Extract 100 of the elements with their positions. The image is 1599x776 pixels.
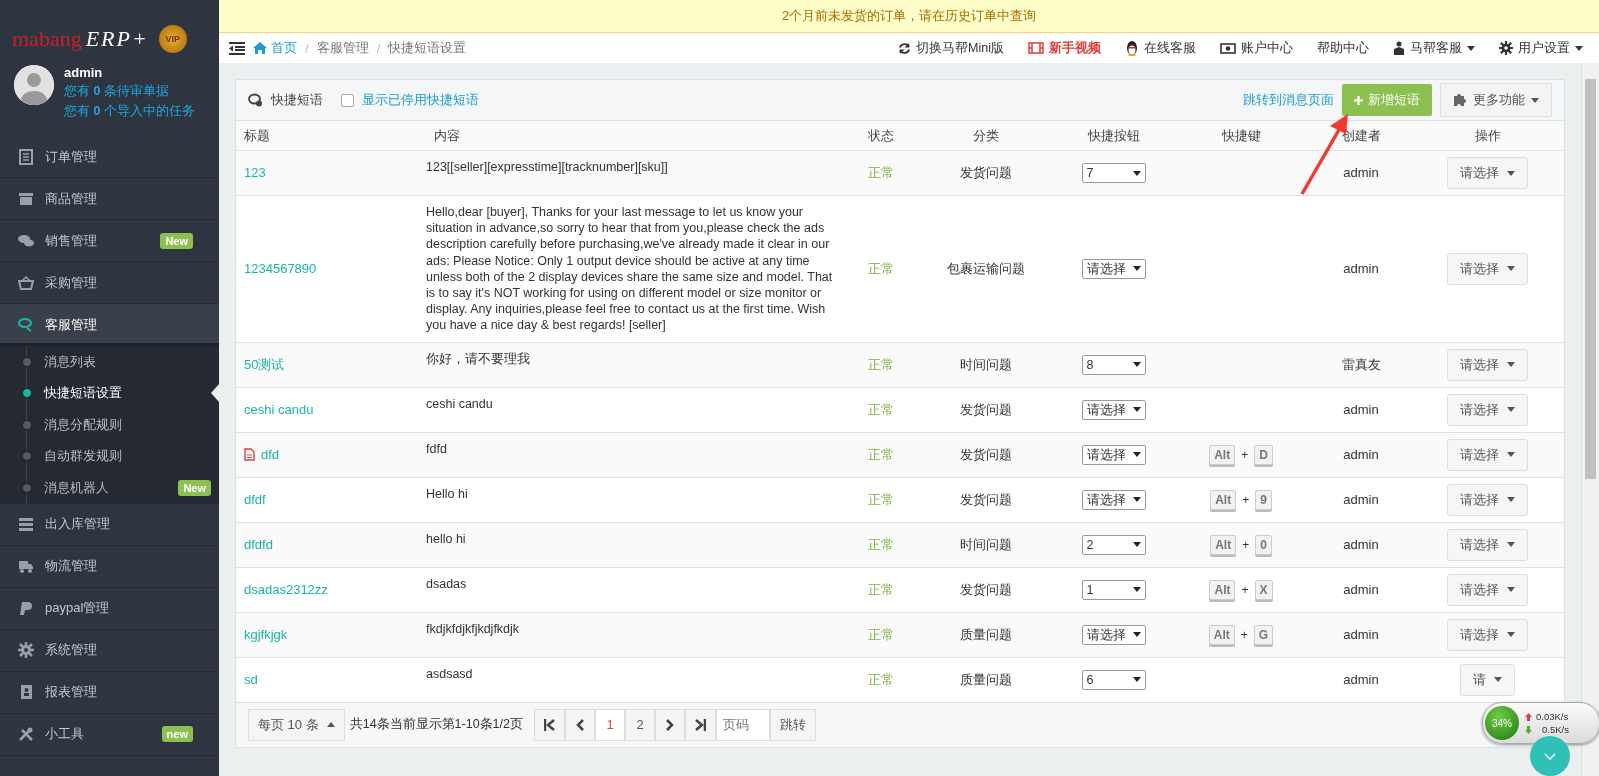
next-page-button[interactable] [655, 708, 685, 741]
key-joiner: + [1241, 581, 1249, 598]
category-cell: 时间问题 [916, 522, 1056, 568]
chevron-right-icon [666, 718, 674, 731]
caret-icon [1132, 497, 1141, 503]
film-icon [1028, 42, 1044, 54]
tree-dot [22, 388, 32, 399]
creator-cell: admin [1311, 150, 1411, 196]
key-joiner: + [1242, 491, 1250, 508]
submenu-item[interactable]: 消息机器人 New [0, 472, 219, 504]
quick-button-dropdown[interactable]: 8 [1081, 354, 1146, 375]
file-icon [244, 448, 255, 462]
column-header: 内容 [426, 121, 846, 151]
quick-button-dropdown[interactable]: 请选择 [1081, 489, 1146, 510]
action-dropdown[interactable]: 请 [1460, 663, 1515, 696]
content-cell: Hello,dear [buyer], Thanks for your last message to let us know your situation in advance,so sorry to hear that from you,please check the ads description carefully before purchasing,we've already made it clear in our ads: Please Notice: Only 1 output device should be active at any time unless both of the 2 display devices share the same size and model. That is to say it's NOT working for using on different model or size monitor or display. Any inquiries,please feel free to contact us at the first time. Wish you have a nice day & best regards! [seller] [426, 195, 846, 343]
action-dropdown[interactable]: 请选择 [1447, 528, 1528, 561]
status-cell: 正常 [846, 657, 916, 703]
sidebar-item[interactable]: 销售管理 New [0, 220, 219, 262]
sidebar-item[interactable]: 客服管理 [0, 304, 219, 346]
puzzle-icon [1453, 93, 1467, 107]
checkbox[interactable] [341, 93, 354, 107]
status-cell: 正常 [846, 195, 916, 343]
caret-icon [326, 722, 335, 728]
first-page-button[interactable] [534, 708, 565, 741]
nav-link[interactable]: 帮助中心 [1309, 39, 1377, 57]
quick-button-dropdown[interactable]: 请选择 [1081, 399, 1146, 420]
quick-button-dropdown[interactable]: 请选择 [1081, 444, 1146, 465]
action-dropdown[interactable]: 请选择 [1447, 573, 1528, 606]
caret-icon [1507, 362, 1515, 368]
caret-icon [1132, 452, 1141, 458]
key-cap: Alt [1209, 444, 1236, 465]
action-dropdown[interactable]: 请选择 [1447, 618, 1528, 651]
product-logo: ERP+ [85, 26, 149, 52]
action-dropdown[interactable]: 请选择 [1447, 157, 1528, 189]
quick-button-dropdown[interactable]: 2 [1081, 534, 1146, 555]
previous-page-button[interactable] [565, 708, 595, 741]
column-header: 快捷按钮 [1056, 121, 1171, 151]
page-button[interactable]: 2 [625, 708, 655, 741]
basket-icon [18, 274, 34, 291]
quick-button-dropdown[interactable]: 7 [1081, 163, 1146, 183]
pending-notice[interactable]: 您有 0 个导入中的任务 [64, 103, 195, 120]
creator-cell: admin [1311, 567, 1411, 613]
category-cell: 质量问题 [916, 657, 1056, 703]
sidebar-item[interactable]: 小工具 new [0, 713, 219, 756]
last-page-button[interactable] [685, 708, 716, 741]
menu-icon[interactable] [229, 41, 245, 55]
nav-link[interactable]: 新手视频 [1020, 39, 1109, 57]
cpu-gauge: 34% [1485, 706, 1519, 740]
action-dropdown[interactable]: 请选择 [1447, 438, 1528, 471]
submenu-item[interactable]: 自动群发规则 [0, 440, 219, 472]
contact-book-icon [18, 684, 34, 700]
breadcrumb-item[interactable]: 快捷短语设置 [388, 39, 467, 57]
status-cell: 正常 [846, 522, 916, 568]
page-size-dropdown[interactable]: 每页 10 条 [248, 708, 345, 741]
upload-rate: 0.03K/s [1536, 711, 1569, 722]
go-button[interactable]: 跳转 [770, 708, 816, 741]
nav-link[interactable]: 马帮客服 [1385, 39, 1483, 57]
quick-button-dropdown[interactable]: 1 [1081, 579, 1146, 600]
nav-link[interactable]: 切换马帮Mini版 [890, 39, 1012, 57]
category-cell: 质量问题 [916, 612, 1056, 658]
download-icon [1525, 725, 1532, 734]
key-joiner: + [1241, 446, 1249, 463]
page-button[interactable]: 1 [595, 708, 625, 741]
nav-link[interactable]: 在线客服 [1117, 39, 1204, 57]
column-header: 操作 [1411, 121, 1564, 151]
action-dropdown[interactable]: 请选择 [1447, 348, 1528, 381]
nav-link[interactable]: 账户中心 [1212, 39, 1301, 57]
caret-icon [1507, 542, 1515, 548]
more-button[interactable]: 更多功能 [1440, 83, 1552, 117]
action-dropdown[interactable]: 请选择 [1447, 393, 1528, 426]
gear-icon [18, 642, 34, 658]
quick-button-dropdown[interactable]: 请选择 [1081, 624, 1146, 645]
quick-button-dropdown[interactable]: 请选择 [1081, 258, 1146, 279]
pending-notice[interactable]: 您有 0 条待审单据 [64, 83, 195, 100]
key-cap: Alt [1209, 579, 1236, 600]
submenu-item[interactable]: 消息分配规则 [0, 409, 219, 441]
action-dropdown[interactable]: 请选择 [1447, 252, 1528, 285]
truck-icon [18, 558, 34, 574]
status-cell: 正常 [846, 342, 916, 388]
caret-icon [1507, 587, 1515, 593]
avatar-icon [14, 65, 54, 105]
penguin-icon [1125, 40, 1139, 56]
chat-icon [18, 316, 34, 333]
category-cell: 发货问题 [916, 477, 1056, 523]
breadcrumb-item[interactable]: 客服管理 [316, 39, 369, 57]
action-dropdown[interactable]: 请选择 [1447, 483, 1528, 516]
page-input[interactable]: 页码 [716, 708, 770, 741]
new-badge: new [161, 726, 193, 742]
submenu-item[interactable]: 消息列表 [0, 346, 219, 378]
caret-icon [1132, 542, 1141, 548]
vip-badge: VIP [158, 25, 187, 53]
quick-button-dropdown[interactable]: 6 [1081, 669, 1146, 690]
status-cell: 正常 [846, 150, 916, 196]
caret-icon [1507, 497, 1515, 503]
nav-link[interactable]: 用户设置 [1491, 39, 1591, 57]
category-cell: 发货问题 [916, 432, 1056, 478]
status-cell: 正常 [846, 432, 916, 478]
scrollbar[interactable] [1581, 63, 1599, 776]
new-badge: New [160, 232, 193, 249]
